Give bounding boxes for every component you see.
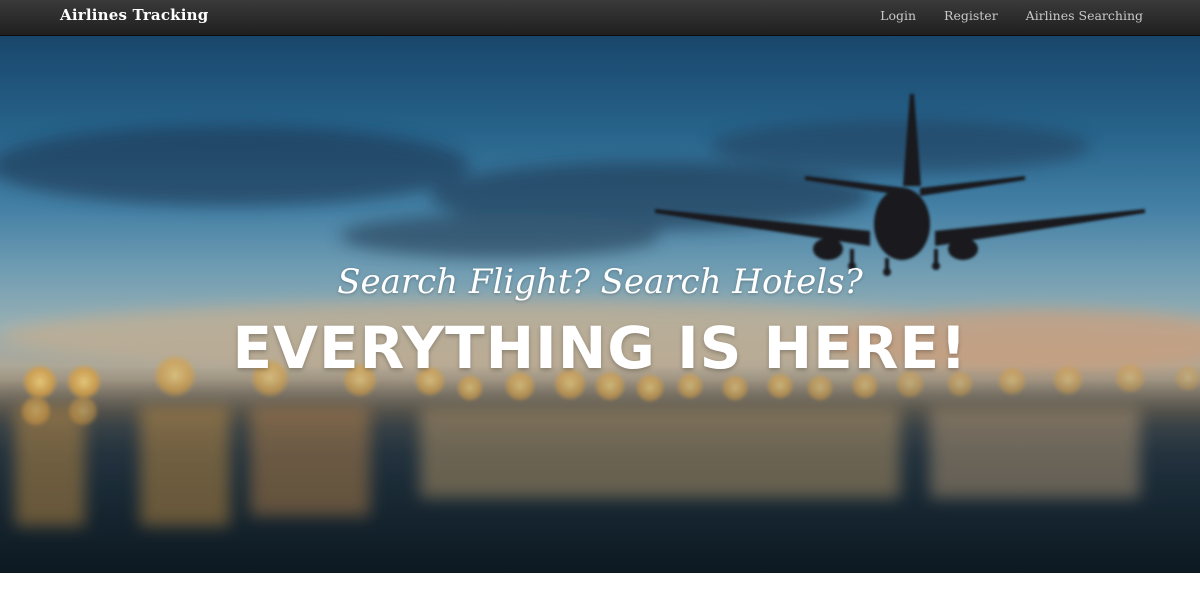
register-link[interactable]: Register [944, 8, 998, 23]
hero-background-image [0, 36, 1200, 573]
login-link[interactable]: Login [880, 8, 916, 23]
top-navbar: Airlines Tracking Login Register Airline… [0, 0, 1200, 36]
nav-links: Login Register Airlines Searching [880, 8, 1143, 23]
page-bottom-area [0, 573, 1200, 600]
hero-banner: Search Flight? Search Hotels? EVERYTHING… [0, 36, 1200, 573]
hero-title: EVERYTHING IS HERE! [232, 314, 968, 382]
airlines-searching-link[interactable]: Airlines Searching [1026, 8, 1143, 23]
hero-subtitle: Search Flight? Search Hotels? [337, 262, 863, 302]
brand-link[interactable]: Airlines Tracking [60, 6, 208, 24]
